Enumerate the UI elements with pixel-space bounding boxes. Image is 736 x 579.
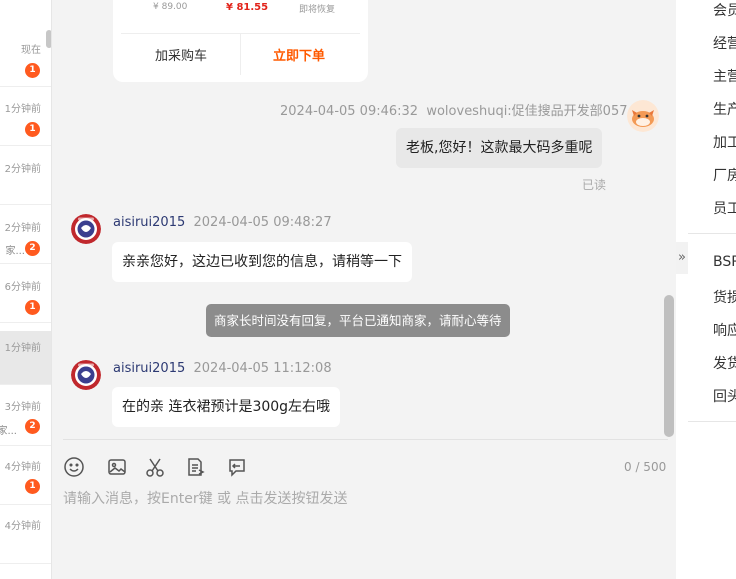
conversation-snippet: 家... bbox=[0, 426, 17, 437]
conversation-item[interactable]: 4分钟前 bbox=[0, 505, 51, 564]
message-input[interactable] bbox=[63, 488, 663, 568]
conversation-time: 现在 bbox=[21, 45, 41, 56]
conversation-time: 6分钟前 bbox=[4, 282, 41, 293]
user-avatar-icon bbox=[627, 100, 659, 132]
sender-name: woloveshuqi:促佳搜品开发部057 bbox=[426, 104, 628, 119]
conversation-item[interactable]: 2分钟前 bbox=[0, 146, 51, 205]
message-time: 2024-04-05 09:46:32 bbox=[280, 104, 419, 119]
order-document-icon[interactable] bbox=[184, 456, 206, 478]
sale-price: ¥ 81.55 bbox=[226, 2, 269, 13]
add-to-cart-button[interactable]: 加采购车 bbox=[155, 45, 207, 64]
conversation-time: 1分钟前 bbox=[4, 104, 41, 115]
unread-badge: 1 bbox=[25, 479, 40, 494]
emoji-icon[interactable] bbox=[63, 456, 85, 478]
composer-divider bbox=[63, 439, 668, 440]
conversation-item[interactable]: 2分钟前 家... 2 bbox=[0, 205, 51, 264]
chat-scrollbar[interactable] bbox=[664, 295, 674, 437]
message-meta: aisirui2015 2024-04-05 09:48:27 bbox=[113, 215, 332, 230]
scissors-icon[interactable] bbox=[144, 456, 166, 478]
panel-divider bbox=[688, 233, 736, 234]
conversation-item[interactable]: 现在 1 bbox=[0, 28, 51, 87]
conversation-time: 4分钟前 bbox=[4, 521, 41, 532]
menu-item[interactable]: 生产 bbox=[713, 99, 736, 119]
system-notice: 商家长时间没有回复，平台已通知商家，请耐心等待 bbox=[206, 304, 510, 337]
menu-item[interactable]: 经营 bbox=[713, 33, 736, 53]
menu-item[interactable]: 加工 bbox=[713, 132, 736, 152]
message-time: 2024-04-05 09:48:27 bbox=[193, 215, 332, 230]
menu-item[interactable]: BSR bbox=[713, 254, 736, 270]
menu-item[interactable]: 发货 bbox=[713, 353, 736, 373]
conversation-time: 4分钟前 bbox=[4, 462, 41, 473]
unread-badge: 1 bbox=[25, 300, 40, 315]
sender-name: aisirui2015 bbox=[113, 361, 186, 376]
conversation-time: 2分钟前 bbox=[4, 223, 41, 234]
shop-avatar-icon bbox=[71, 214, 101, 244]
product-card: ¥ 89.00 ¥ 81.55 即将恢复 加采购车 立即下单 bbox=[113, 0, 368, 82]
conversation-list: 现在 1 1分钟前 1 2分钟前 2分钟前 家... 2 6分钟前 1 1分钟前… bbox=[0, 0, 52, 579]
sender-name: aisirui2015 bbox=[113, 215, 186, 230]
message-bubble-shop: 在的亲 连衣裙预计是300g左右哦 bbox=[112, 387, 341, 427]
menu-item[interactable]: 响应 bbox=[713, 320, 736, 340]
conversation-item[interactable]: 4分钟前 1 bbox=[0, 446, 51, 505]
menu-item[interactable]: 员工 bbox=[713, 198, 736, 218]
message-bubble-self: 老板,您好！这款最大码多重呢 bbox=[396, 128, 603, 168]
conversation-snippet: 家... bbox=[5, 246, 25, 257]
unread-badge: 2 bbox=[25, 419, 40, 434]
conversation-time: 3分钟前 bbox=[4, 402, 41, 413]
conversation-time: 2分钟前 bbox=[4, 164, 41, 175]
card-divider bbox=[240, 33, 241, 75]
conversation-item-active[interactable]: 1分钟前 bbox=[0, 331, 51, 385]
restock-note: 即将恢复 bbox=[299, 5, 336, 15]
buy-now-button[interactable]: 立即下单 bbox=[273, 45, 325, 64]
conversation-item[interactable]: 1分钟前 1 bbox=[0, 87, 51, 146]
menu-item[interactable]: 货损 bbox=[713, 287, 736, 307]
menu-item[interactable]: 厂房 bbox=[713, 165, 736, 185]
original-price: ¥ 89.00 bbox=[153, 2, 188, 12]
message-time: 2024-04-05 11:12:08 bbox=[193, 361, 332, 376]
quick-reply-icon[interactable] bbox=[226, 456, 248, 478]
conversation-item[interactable]: 3分钟前 家... 2 bbox=[0, 387, 51, 446]
shop-avatar-icon bbox=[71, 360, 101, 390]
read-status: 已读 bbox=[582, 178, 607, 192]
panel-divider bbox=[688, 421, 736, 422]
menu-item[interactable]: 回头 bbox=[713, 386, 736, 406]
message-meta: 2024-04-05 09:46:32 woloveshuqi:促佳搜品开发部0… bbox=[280, 100, 628, 119]
menu-item[interactable]: 会员 bbox=[713, 0, 736, 20]
image-icon[interactable] bbox=[106, 456, 128, 478]
chat-panel: ¥ 89.00 ¥ 81.55 即将恢复 加采购车 立即下单 2024-04-0… bbox=[53, 0, 676, 579]
message-bubble-shop: 亲亲您好，这边已收到您的信息，请稍等一下 bbox=[112, 242, 412, 282]
conversation-item[interactable]: 6分钟前 1 bbox=[0, 264, 51, 323]
shop-info-panel: » 会员 经营 主营 生产 加工 厂房 员工 BSR 货损 响应 发货 回头 bbox=[676, 0, 736, 579]
collapse-panel-button[interactable]: » bbox=[676, 242, 688, 274]
message-meta: aisirui2015 2024-04-05 11:12:08 bbox=[113, 361, 332, 376]
char-count: 0 / 500 bbox=[624, 460, 667, 474]
conversation-time: 1分钟前 bbox=[4, 343, 41, 354]
conversation-list-scrollbar[interactable] bbox=[46, 30, 51, 48]
unread-badge: 2 bbox=[25, 241, 40, 256]
unread-badge: 1 bbox=[25, 63, 40, 78]
unread-badge: 1 bbox=[25, 122, 40, 137]
menu-item[interactable]: 主营 bbox=[713, 66, 736, 86]
